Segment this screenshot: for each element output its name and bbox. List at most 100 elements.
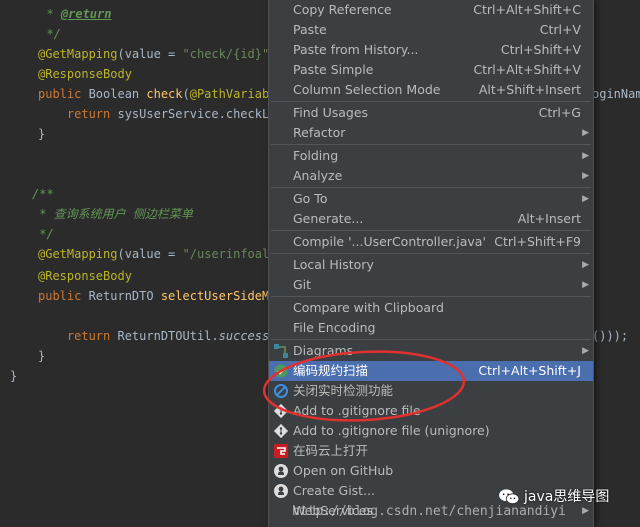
menu-item-24[interactable]: 编码规约扫描 Ctrl+Alt+Shift+J [269, 361, 593, 381]
code-token: check [146, 87, 183, 101]
code-line: } [10, 366, 17, 386]
scan-icon [273, 363, 289, 379]
menu-item-label: Compile '...UserController.java' [293, 234, 486, 249]
menu-item-3[interactable]: Paste Simple Ctrl+Alt+Shift+V [269, 60, 593, 80]
chevron-right-icon: ▶ [582, 280, 589, 290]
menu-item-27[interactable]: Add to .gitignore file (unignore) [269, 421, 593, 441]
menu-item-label: Compare with Clipboard [293, 300, 444, 315]
code-line: @GetMapping(value = "check/{id}") [38, 44, 276, 64]
menu-item-shortcut: Alt+Insert [517, 211, 581, 226]
code-line: public ReturnDTO selectUserSideMenu( [38, 286, 298, 306]
code-token: return [38, 329, 118, 343]
menu-item-shortcut: Ctrl+G [538, 105, 581, 120]
menu-item-label: Find Usages [293, 105, 369, 120]
menu-item-25[interactable]: 关闭实时检测功能 [269, 381, 593, 401]
gitee-icon [273, 443, 289, 459]
menu-item-15[interactable]: Compile '...UserController.java' Ctrl+Shi… [269, 232, 593, 252]
code-line: @ResponseBody [38, 64, 132, 84]
chevron-right-icon: ▶ [582, 194, 589, 204]
chevron-right-icon: ▶ [582, 171, 589, 181]
menu-item-29[interactable]: Open on GitHub [269, 461, 593, 481]
code-token: Boolean [88, 87, 147, 101]
menu-item-label: Git [293, 277, 312, 292]
menu-item-shortcut: Ctrl+Alt+Shift+J [478, 363, 581, 378]
menu-separator [271, 187, 591, 188]
chevron-right-icon: ▶ [582, 128, 589, 138]
code-token: } [38, 349, 46, 363]
menu-item-13[interactable]: Generate... Alt+Insert [269, 209, 593, 229]
code-line: @ResponseBody [38, 266, 132, 286]
menu-item-label: Paste from History... [293, 42, 419, 57]
menu-item-4[interactable]: Column Selection Mode Alt+Shift+Insert [269, 80, 593, 100]
menu-item-label: Refactor [293, 125, 346, 140]
menu-item-shortcut: Ctrl+V [539, 22, 581, 37]
menu-item-1[interactable]: Paste Ctrl+V [269, 20, 593, 40]
menu-item-6[interactable]: Find Usages Ctrl+G [269, 103, 593, 123]
menu-item-26[interactable]: Add to .gitignore file [269, 401, 593, 421]
menu-item-9[interactable]: Folding ▶ [269, 146, 593, 166]
code-token: */ [32, 27, 61, 41]
code-fragment-login-name: oginName [592, 84, 640, 104]
diagram-icon [273, 343, 289, 359]
code-line: public Boolean check(@PathVariable(" [38, 84, 298, 104]
code-line: */ [32, 24, 61, 44]
menu-item-label: Go To [293, 191, 328, 206]
menu-item-label: Generate... [293, 211, 364, 226]
code-token: return [38, 107, 118, 121]
code-token: } [38, 127, 46, 141]
menu-item-12[interactable]: Go To ▶ [269, 189, 593, 209]
menu-item-label: Paste Simple [293, 62, 374, 77]
menu-separator [271, 339, 591, 340]
code-token: @GetMapping [38, 47, 118, 61]
menu-item-20[interactable]: Compare with Clipboard [269, 298, 593, 318]
code-line: } [38, 346, 45, 366]
menu-item-label: 关闭实时检测功能 [293, 383, 394, 398]
menu-item-17[interactable]: Local History ▶ [269, 255, 593, 275]
code-token: public [38, 87, 89, 101]
code-line: @GetMapping(value = "/userinfoall") [38, 244, 291, 264]
code-fragment-tail: ())); [592, 329, 629, 343]
code-token: ReturnDTOUtil. [117, 329, 219, 343]
code-token: public [38, 289, 89, 303]
menu-item-21[interactable]: File Encoding [269, 318, 593, 338]
menu-item-label: Paste [293, 22, 327, 37]
menu-item-7[interactable]: Refactor ▶ [269, 123, 593, 143]
code-line: } [38, 124, 45, 144]
menu-item-18[interactable]: Git ▶ [269, 275, 593, 295]
menu-item-label: Create Gist... [293, 483, 376, 498]
menu-item-label: Copy Reference [293, 2, 392, 17]
menu-separator [271, 296, 591, 297]
menu-item-10[interactable]: Analyze ▶ [269, 166, 593, 186]
code-line: return ReturnDTOUtil.success(sys [38, 326, 298, 346]
code-line: * @return [32, 4, 111, 24]
code-token: success [218, 329, 270, 343]
code-token: * 查询系统用户 侧边栏菜单 [32, 207, 193, 221]
git-icon [273, 403, 289, 419]
code-token: } [10, 369, 18, 383]
menu-separator [271, 230, 591, 231]
menu-item-label: Diagrams [293, 343, 354, 358]
code-token: * [32, 7, 61, 21]
wechat-badge: java思维导图 [498, 484, 609, 510]
menu-item-label: Analyze [293, 168, 343, 183]
context-menu: Copy Reference Ctrl+Alt+Shift+C Paste Ctrl+… [268, 0, 594, 527]
menu-item-label: Local History [293, 257, 374, 272]
code-token: /** [32, 187, 54, 201]
menu-item-23[interactable]: Diagrams ▶ [269, 341, 593, 361]
menu-item-label: Add to .gitignore file [293, 403, 421, 418]
code-token: ( [182, 87, 190, 101]
code-token: @ResponseBody [38, 269, 132, 283]
code-line: * 查询系统用户 侧边栏菜单 [32, 204, 193, 224]
code-line: /** [32, 184, 54, 204]
menu-separator [271, 101, 591, 102]
code-token: (value = [117, 47, 183, 61]
menu-item-label: Column Selection Mode [293, 82, 441, 97]
chevron-right-icon: ▶ [582, 260, 589, 270]
code-token: @return [60, 7, 112, 21]
wechat-icon [499, 489, 520, 505]
menu-item-shortcut: Ctrl+Shift+F9 [494, 234, 581, 249]
menu-item-2[interactable]: Paste from History... Ctrl+Shift+V [269, 40, 593, 60]
menu-item-shortcut: Alt+Shift+Insert [478, 82, 581, 97]
menu-item-0[interactable]: Copy Reference Ctrl+Alt+Shift+C [269, 0, 593, 20]
menu-item-28[interactable]: 在码云上打开 [269, 441, 593, 461]
